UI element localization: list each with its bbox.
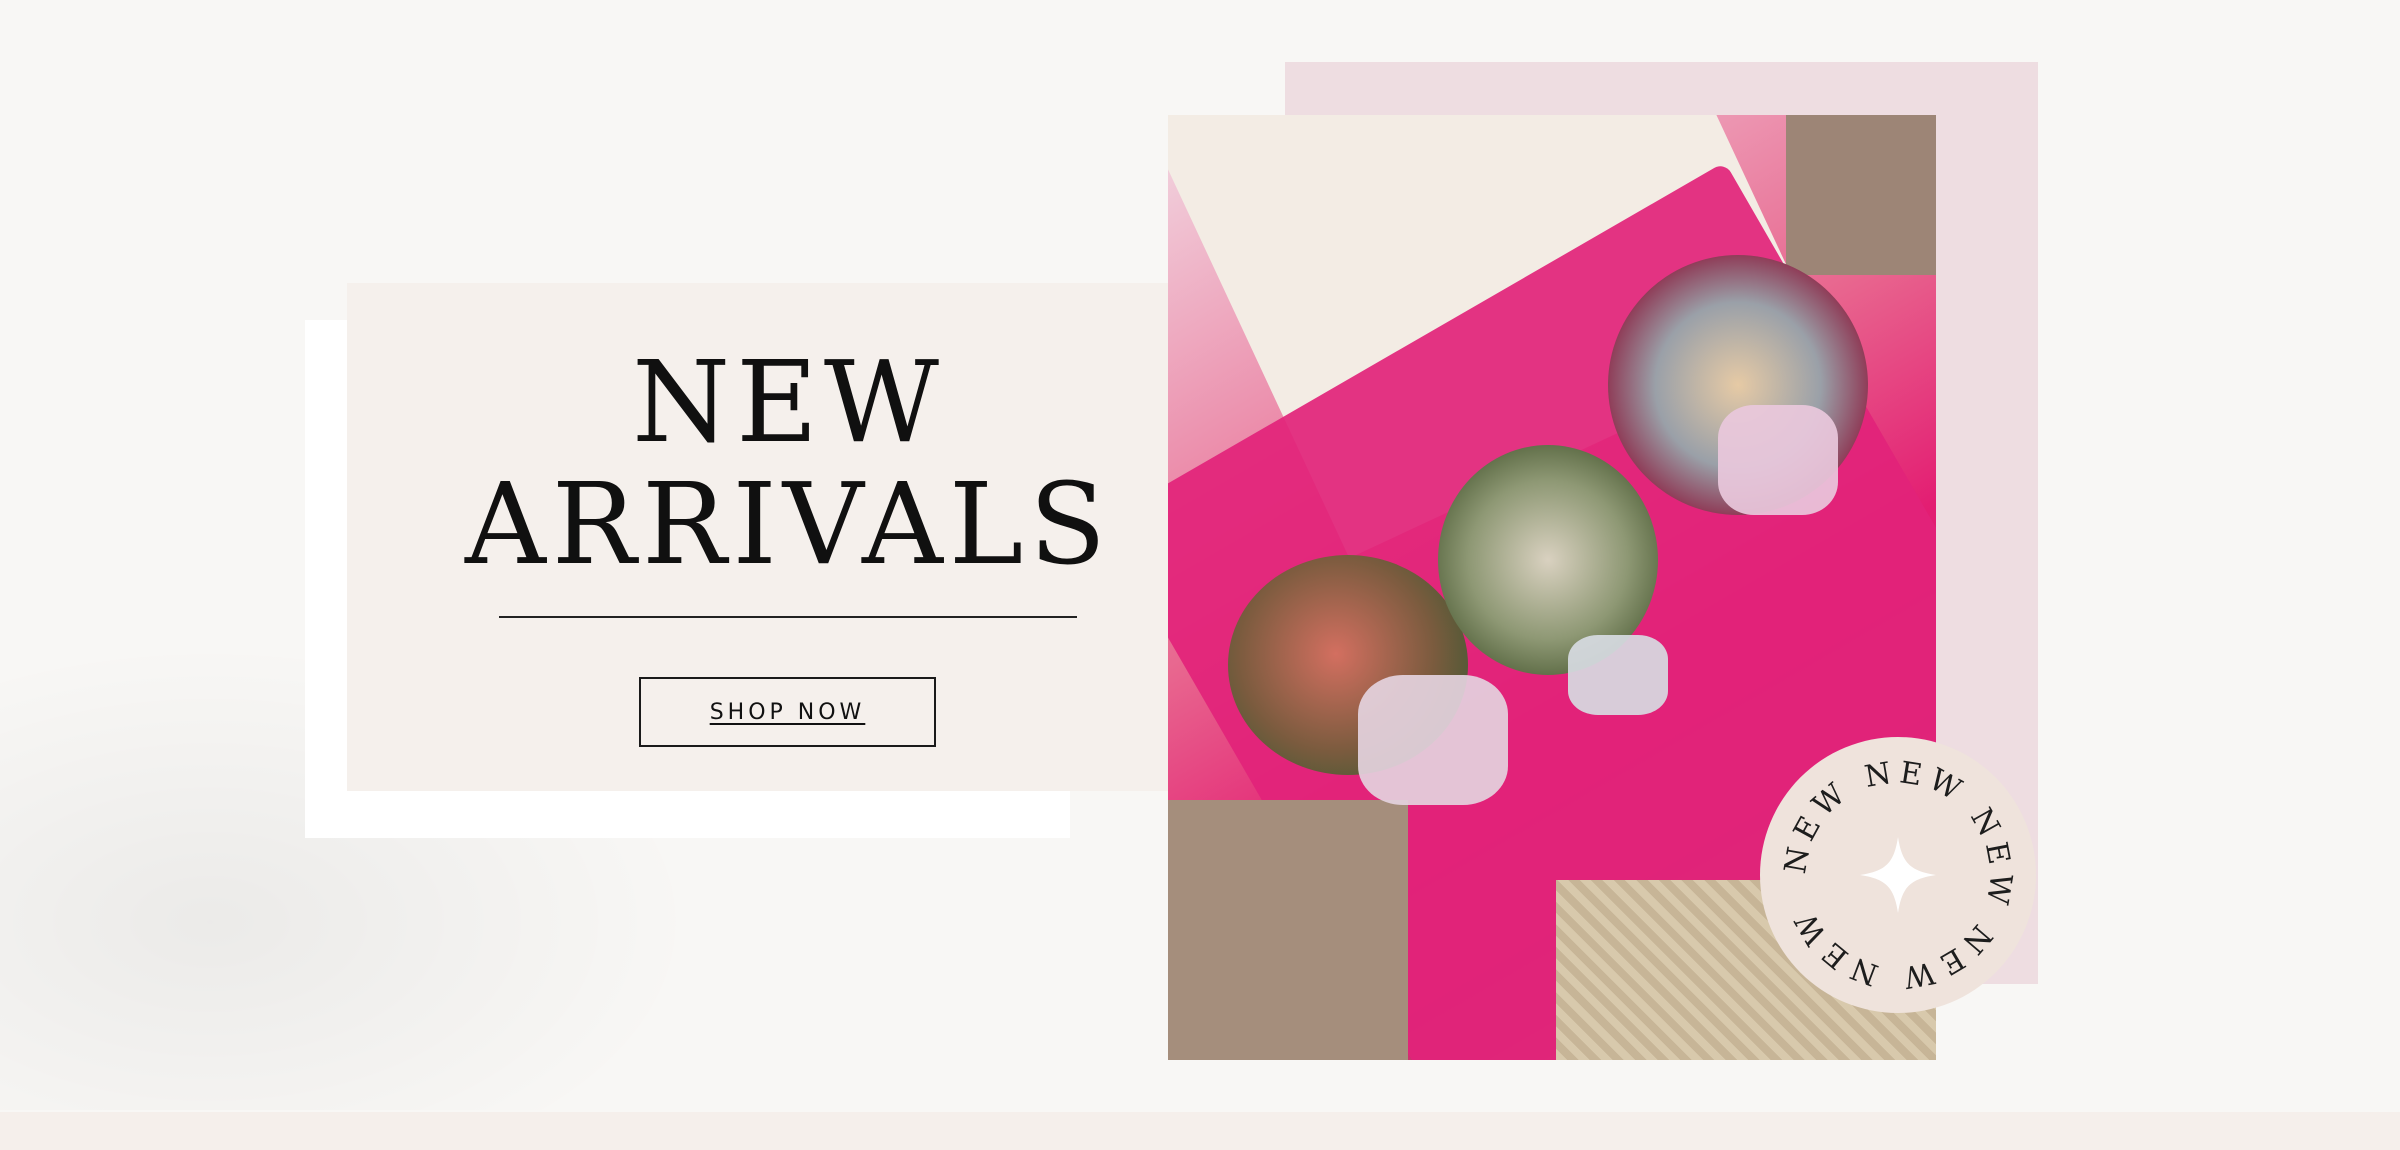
shop-now-label: SHOP NOW	[709, 699, 866, 725]
shop-now-button[interactable]: SHOP NOW	[639, 677, 936, 747]
crystal-1	[1358, 675, 1508, 805]
photo-box-side	[1786, 115, 1936, 275]
new-badge-graphic: NEW NEW NEW NEW NEW	[1778, 755, 2012, 995]
sparkle-star-icon	[1860, 837, 1936, 913]
promo-card: NEW ARRIVALS SHOP NOW	[347, 283, 1230, 791]
headline-divider	[499, 616, 1077, 618]
crystal-3	[1568, 635, 1668, 715]
headline-line-1: NEW	[632, 338, 945, 468]
new-badge: NEW NEW NEW NEW NEW	[1760, 737, 2036, 1013]
crystal-2	[1718, 405, 1838, 515]
headline-line-2: ARRIVALS	[464, 460, 1113, 590]
bottom-band	[0, 1112, 2400, 1150]
hero-banner: NEW ARRIVALS SHOP NOW NEW NEW NEW NEW NE…	[0, 0, 2400, 1150]
photo-box-bottom	[1168, 800, 1408, 1060]
